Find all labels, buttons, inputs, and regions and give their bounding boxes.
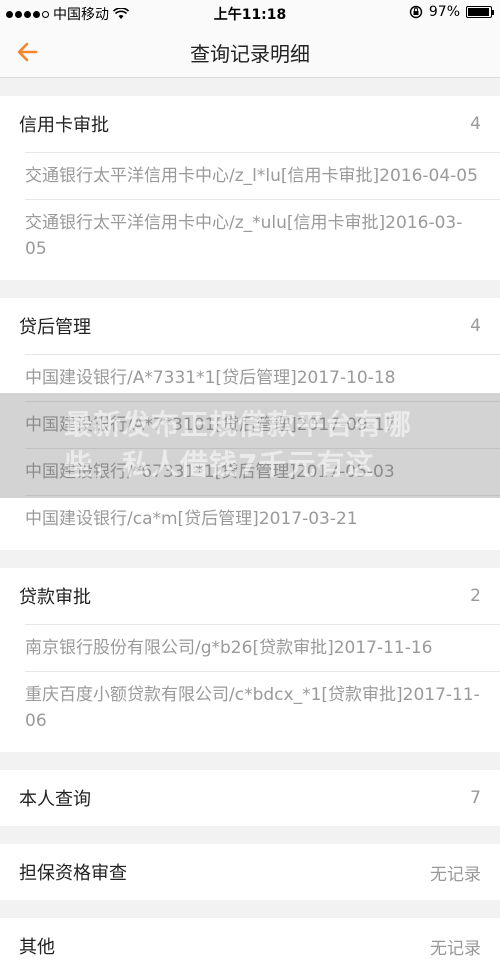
rotation-lock-icon	[409, 5, 423, 19]
section-header[interactable]: 贷款审批 2	[0, 568, 500, 624]
section-title: 担保资格审查	[19, 863, 127, 884]
record-item: 中国建设银行/ca*m[贷后管理]2017-03-21	[25, 495, 500, 542]
page-title: 查询记录明细	[190, 42, 310, 66]
section-title: 贷后管理	[19, 317, 91, 338]
record-item: 重庆百度小额贷款有限公司/c*bdcx_*1[贷款审批]2017-11-06	[25, 671, 500, 744]
status-right: 97%	[409, 4, 494, 20]
section-title: 贷款审批	[19, 587, 91, 608]
section-title: 本人查询	[19, 789, 91, 810]
navigation-bar: 查询记录明细	[0, 26, 500, 78]
section-header[interactable]: 其他 无记录	[0, 918, 500, 974]
record-item: 中国建设银行/A*7*3101[贷后管理]2017-09-17	[25, 401, 500, 448]
section-self-query: 本人查询 7	[0, 770, 500, 826]
section-header[interactable]: 信用卡审批 4	[0, 96, 500, 152]
section-other: 其他 无记录	[0, 918, 500, 974]
section-guarantee-qualification: 担保资格审查 无记录	[0, 844, 500, 900]
section-count: 4	[470, 114, 481, 134]
section-header[interactable]: 本人查询 7	[0, 770, 500, 826]
record-item: 南京银行股份有限公司/g*b26[贷款审批]2017-11-16	[25, 624, 500, 671]
record-item: 中国建设银行/*67331*1[贷后管理]2017-05-03	[25, 448, 500, 495]
section-count: 4	[470, 316, 481, 336]
record-item: 交通银行太平洋信用卡中心/z_l*lu[信用卡审批]2016-04-05	[25, 152, 500, 199]
section-loan-approval: 贷款审批 2 南京银行股份有限公司/g*b26[贷款审批]2017-11-16 …	[0, 568, 500, 752]
status-bar: 中国移动 上午11:18 97%	[0, 0, 500, 26]
query-record-list: 信用卡审批 4 交通银行太平洋信用卡中心/z_l*lu[信用卡审批]2016-0…	[0, 78, 500, 974]
section-title: 信用卡审批	[19, 115, 109, 136]
battery-icon	[466, 6, 494, 18]
record-item: 中国建设银行/A*7331*1[贷后管理]2017-10-18	[25, 354, 500, 401]
section-title: 其他	[19, 937, 55, 958]
section-header[interactable]: 贷后管理 4	[0, 298, 500, 354]
section-count: 2	[470, 586, 481, 606]
section-count: 7	[470, 788, 481, 808]
record-item: 交通银行太平洋信用卡中心/z_*ulu[信用卡审批]2016-03-05	[25, 199, 500, 272]
battery-percent: 97%	[428, 4, 460, 20]
section-post-loan-management: 贷后管理 4 中国建设银行/A*7331*1[贷后管理]2017-10-18 中…	[0, 298, 500, 550]
section-count: 无记录	[430, 938, 481, 959]
section-count: 无记录	[430, 864, 481, 885]
section-credit-card-approval: 信用卡审批 4 交通银行太平洋信用卡中心/z_l*lu[信用卡审批]2016-0…	[0, 96, 500, 280]
section-header[interactable]: 担保资格审查 无记录	[0, 844, 500, 900]
